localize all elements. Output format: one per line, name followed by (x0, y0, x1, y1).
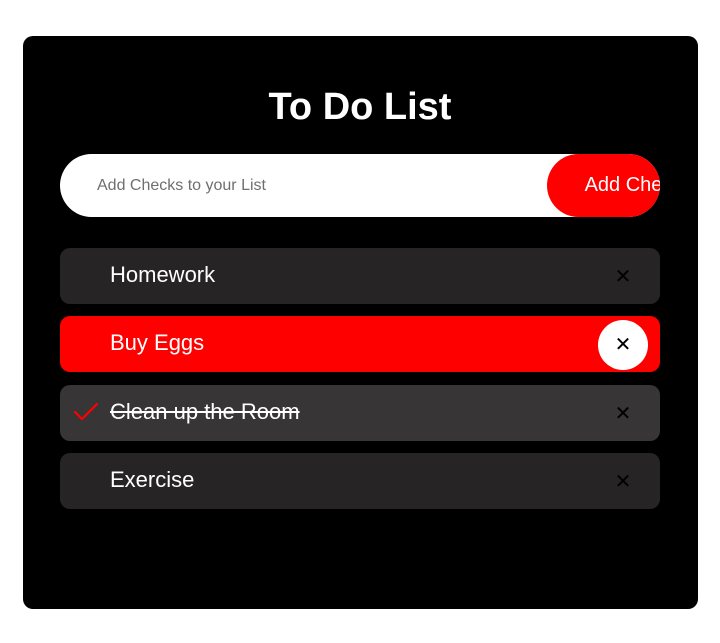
page-title: To Do List (268, 86, 452, 128)
close-icon[interactable]: ✕ (598, 457, 648, 507)
add-check-button[interactable]: Add Check (547, 154, 660, 217)
list-item-label: Buy Eggs (110, 330, 205, 355)
close-icon[interactable]: ✕ (598, 252, 648, 302)
list-item-label: Homework (110, 262, 216, 287)
list-item-label: Exercise (110, 467, 195, 492)
list-item[interactable]: Clean up the Room ✕ (60, 385, 660, 441)
close-icon[interactable]: ✕ (598, 389, 648, 439)
list-item[interactable]: Buy Eggs ✕ (60, 316, 660, 372)
list-item[interactable]: Exercise ✕ (60, 453, 660, 509)
check-icon (73, 402, 99, 421)
list-item[interactable]: Homework ✕ (60, 248, 660, 304)
close-icon[interactable]: ✕ (598, 320, 648, 370)
add-check-form: Add Check (60, 154, 660, 217)
list-item-label: Clean up the Room (110, 399, 300, 424)
add-check-input[interactable] (60, 154, 487, 217)
